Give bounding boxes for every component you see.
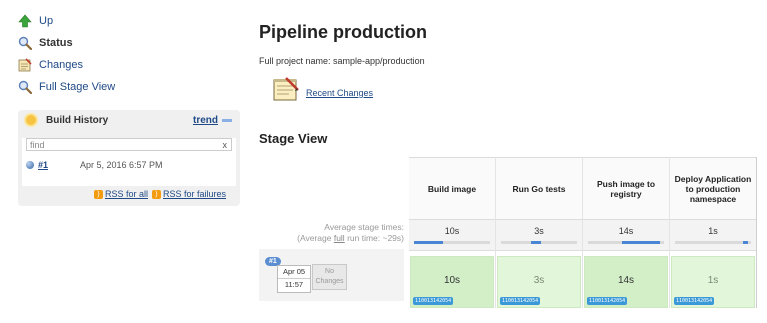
sidebar: Up Status Changes Full Stage View xyxy=(18,10,240,98)
stage-cell-id: 110013142054 xyxy=(674,297,715,305)
stage-avg-track xyxy=(414,241,490,244)
stage-avg-time: 10s xyxy=(444,226,460,236)
notepad-icon xyxy=(18,58,32,72)
stage-avg-track xyxy=(675,241,751,244)
stage-column: Build image 10s 10s 110013142054 xyxy=(409,157,496,308)
stage-cell-id: 110013142054 xyxy=(587,297,628,305)
build-history-body: find x #1 Apr 5, 2016 6:57 PM xyxy=(22,138,236,186)
build-status-ball-icon xyxy=(26,161,34,169)
clear-search-icon[interactable]: x xyxy=(223,139,228,152)
run-date-box: Apr 05 11:57 xyxy=(277,265,311,293)
build-date: Apr 5, 2016 6:57 PM xyxy=(80,160,163,170)
task-up[interactable]: Up xyxy=(18,10,240,32)
run-row-header: #1 Apr 05 11:57 No Changes xyxy=(259,249,404,301)
build-row: #1 Apr 5, 2016 6:57 PM xyxy=(26,158,232,172)
up-arrow-icon xyxy=(18,14,32,28)
run-time: 11:57 xyxy=(278,278,310,291)
stage-avg-fill xyxy=(414,241,443,244)
run-month-day: Apr 05 xyxy=(282,267,306,276)
full-project-name: Full project name: sample-app/production xyxy=(259,56,425,66)
stage-cell-duration: 1s xyxy=(707,275,719,286)
build-history-header: Build History trend xyxy=(18,110,240,130)
task-up-label: Up xyxy=(39,15,54,27)
stage-cell-id: 110013142054 xyxy=(413,297,454,305)
stage-view-table: Build image 10s 10s 110013142054 Run Go … xyxy=(409,157,759,308)
rss-links: ) RSS for all ) RSS for failures xyxy=(93,189,230,199)
stage-header: Deploy Application to production namespa… xyxy=(670,157,756,220)
no-changes-box: No Changes xyxy=(312,264,347,290)
task-full-stage-view-label: Full Stage View xyxy=(39,81,116,93)
notepad-icon xyxy=(272,76,300,102)
avg-label-line-2: (Average full run time: ~29s) xyxy=(270,233,404,244)
task-changes-label: Changes xyxy=(39,59,84,71)
avg-label-2a: (Average xyxy=(297,233,334,243)
stage-cell[interactable]: 14s 110013142054 xyxy=(584,256,668,308)
recent-changes-link[interactable]: Recent Changes xyxy=(306,88,373,98)
stage-column: Push image to registry 14s 14s 110013142… xyxy=(583,157,670,308)
avg-label-2b: run time: ~29s) xyxy=(344,233,404,243)
trend-link[interactable]: trend xyxy=(193,115,218,126)
task-full-stage-view[interactable]: Full Stage View xyxy=(18,76,240,98)
task-status[interactable]: Status xyxy=(18,32,240,54)
stage-column: Deploy Application to production namespa… xyxy=(670,157,757,308)
rss-icon: ) xyxy=(93,189,103,199)
build-search-input[interactable]: find x xyxy=(26,138,232,151)
stage-avg-time: 14s xyxy=(618,226,634,236)
rss-icon: ) xyxy=(151,189,161,199)
weather-sun-icon xyxy=(26,115,36,125)
stage-avg: 3s xyxy=(496,220,582,251)
rss-failures-link[interactable]: RSS for failures xyxy=(163,189,226,199)
stage-avg-fill xyxy=(743,241,748,244)
stage-avg-track xyxy=(588,241,664,244)
build-number-link[interactable]: #1 xyxy=(38,160,80,170)
stage-avg-track xyxy=(501,241,577,244)
stage-cell[interactable]: 1s 110013142054 xyxy=(671,256,755,308)
trend-collapse-icon[interactable] xyxy=(222,118,232,122)
magnifier-icon xyxy=(18,36,32,50)
stage-avg-time: 3s xyxy=(534,226,544,236)
stage-cell-duration: 14s xyxy=(617,275,635,286)
magnifier-icon xyxy=(18,80,32,94)
task-changes[interactable]: Changes xyxy=(18,54,240,76)
stage-avg: 1s xyxy=(670,220,756,251)
rss-all-link[interactable]: RSS for all xyxy=(105,189,148,199)
task-status-label: Status xyxy=(39,37,73,49)
stage-view-heading: Stage View xyxy=(259,131,328,146)
stage-cell[interactable]: 10s 110013142054 xyxy=(410,256,494,308)
stage-avg-fill xyxy=(622,241,661,244)
full-run-link[interactable]: full xyxy=(334,233,345,243)
average-stage-times-label: Average stage times: (Average full run t… xyxy=(270,222,404,244)
stage-header: Build image xyxy=(409,157,495,220)
stage-avg: 10s xyxy=(409,220,495,251)
page-title: Pipeline production xyxy=(259,22,428,42)
avg-label-line-1: Average stage times: xyxy=(324,222,404,232)
stage-column: Run Go tests 3s 3s 110013142054 xyxy=(496,157,583,308)
stage-cell-id: 110013142054 xyxy=(500,297,541,305)
stage-cell-duration: 3s xyxy=(533,275,545,286)
stage-header: Run Go tests xyxy=(496,157,582,220)
build-search-placeholder: find xyxy=(30,140,45,150)
stage-avg-time: 1s xyxy=(708,226,718,236)
stage-avg: 14s xyxy=(583,220,669,251)
stage-cell-duration: 10s xyxy=(443,275,461,286)
recent-changes: Recent Changes xyxy=(272,76,373,102)
build-history-panel: Build History trend find x #1 Apr 5, 201… xyxy=(18,110,240,206)
stage-cell[interactable]: 3s 110013142054 xyxy=(497,256,581,308)
build-history-title: Build History xyxy=(46,114,109,126)
stage-header: Push image to registry xyxy=(583,157,669,220)
stage-avg-fill xyxy=(531,241,541,244)
